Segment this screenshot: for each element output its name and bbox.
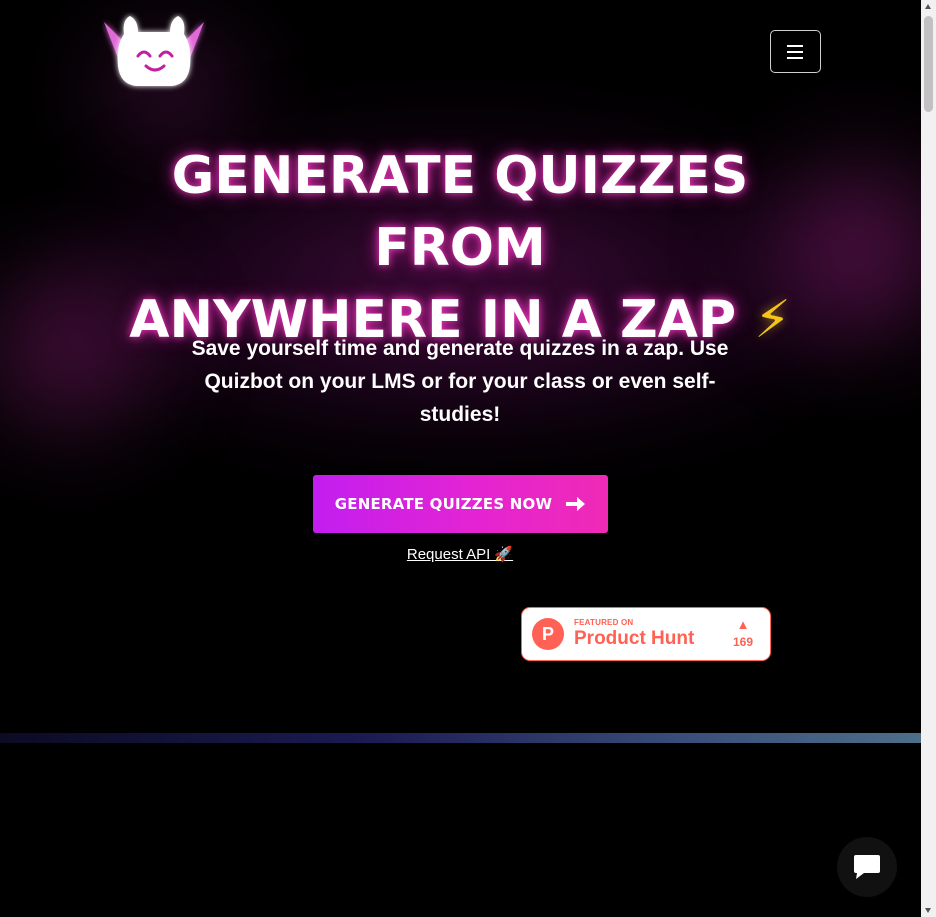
quizbot-logo[interactable] — [102, 12, 206, 92]
product-hunt-name: Product Hunt — [574, 628, 695, 649]
arrow-right-icon — [566, 497, 586, 511]
menu-button[interactable] — [770, 30, 821, 73]
landing-page: GENERATE QUIZZES FROM ANYWHERE IN A ZAP … — [0, 0, 921, 917]
vertical-scrollbar[interactable] — [921, 0, 936, 917]
hero-headline: GENERATE QUIZZES FROM ANYWHERE IN A ZAP … — [100, 140, 820, 356]
vote-counter: ▲ 169 — [727, 617, 759, 650]
product-hunt-text: FEATURED ON Product Hunt — [574, 618, 694, 650]
featured-on-label: FEATURED ON — [574, 618, 634, 627]
chat-launcher-button[interactable] — [837, 837, 897, 897]
scroll-down-arrow-icon[interactable] — [925, 908, 931, 913]
lightning-icon: ⚡ — [754, 290, 791, 350]
vote-count: 169 — [732, 635, 754, 649]
chat-bubble-icon — [854, 855, 880, 879]
scroll-up-arrow-icon[interactable] — [925, 4, 931, 9]
upvote-arrow-icon: ▲ — [736, 617, 750, 632]
request-api-link[interactable]: Request API 🚀 — [380, 545, 540, 563]
hero-subtitle: Save yourself time and generate quizzes … — [191, 337, 729, 426]
gradient-divider — [0, 733, 921, 743]
headline-line-1: GENERATE QUIZZES FROM — [171, 146, 749, 278]
product-hunt-logo-icon: P — [532, 618, 564, 650]
product-hunt-badge[interactable]: P FEATURED ON Product Hunt ▲ 169 — [521, 607, 771, 661]
generate-quizzes-button[interactable]: GENERATE QUIZZES NOW — [313, 475, 608, 533]
quizbot-mascot-icon — [104, 16, 204, 86]
scrollbar-thumb[interactable] — [924, 16, 933, 112]
cta-label: GENERATE QUIZZES NOW — [334, 495, 553, 513]
hamburger-menu-icon — [786, 44, 803, 59]
